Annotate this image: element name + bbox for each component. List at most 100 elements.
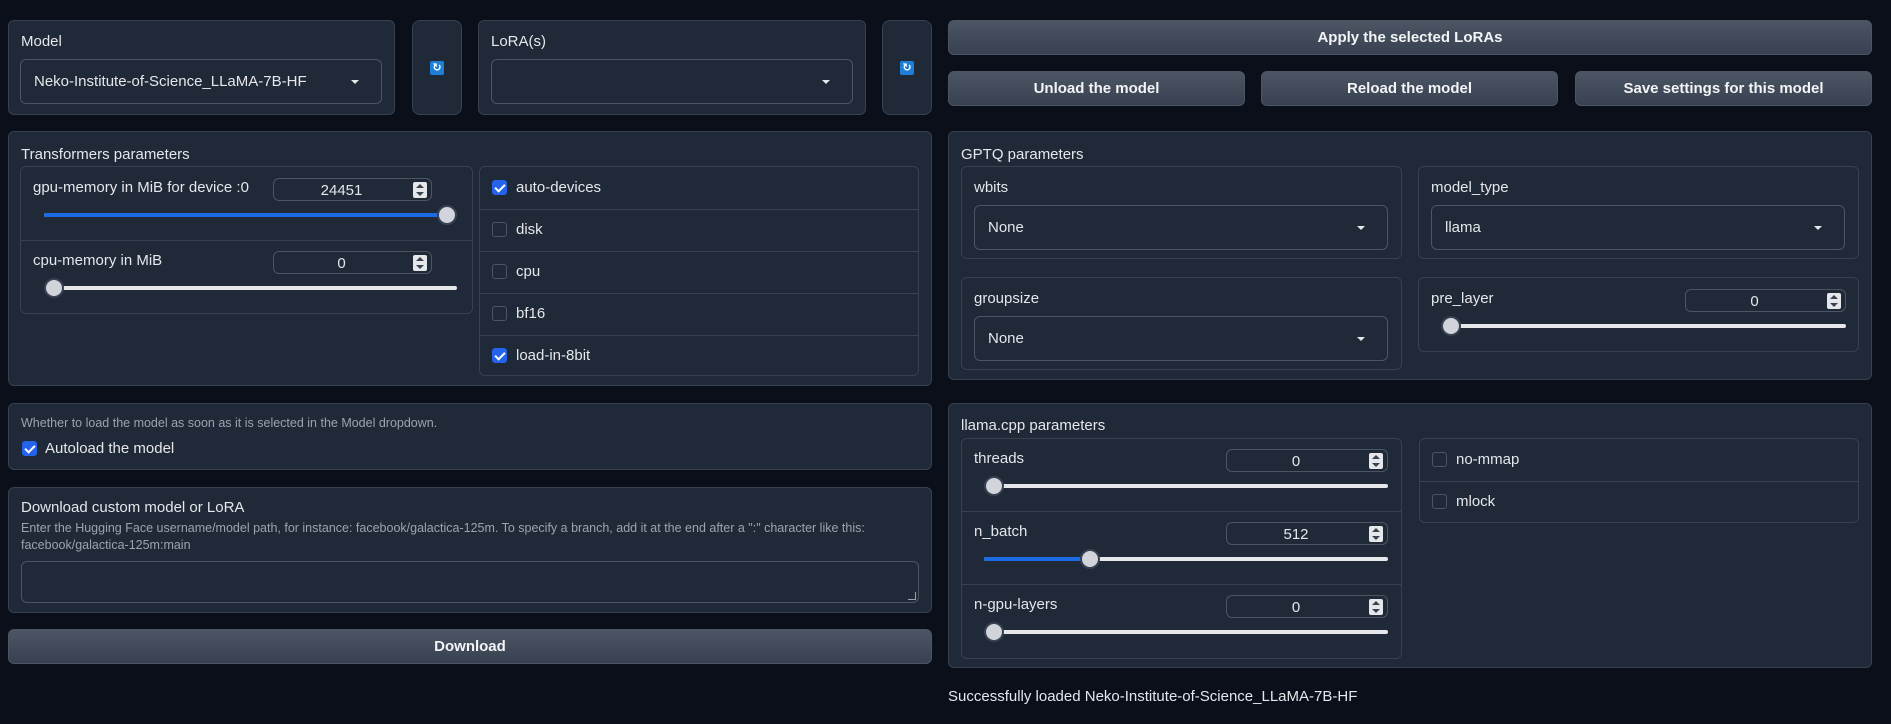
load-in-8bit-label: load-in-8bit [516, 347, 591, 364]
checkbox-row-bf16[interactable]: bf16 [480, 293, 918, 335]
model-dropdown-value: Neko-Institute-of-Science_LLaMA-7B-HF [34, 73, 307, 90]
autoload-info: Whether to load the model as soon as it … [21, 416, 438, 430]
stepper-icon[interactable] [1369, 526, 1383, 542]
chevron-down-icon [351, 80, 359, 84]
checkbox-row-load-in-8bit[interactable]: load-in-8bit [480, 335, 918, 377]
threads-label: threads [974, 450, 1025, 467]
slider-thumb[interactable] [1441, 316, 1461, 336]
no-mmap-checkbox[interactable] [1432, 452, 1447, 467]
pre-layer-label: pre_layer [1431, 290, 1494, 307]
gpu-memory-value: 24451 [320, 182, 363, 199]
download-path-input[interactable] [21, 561, 919, 603]
resize-handle-icon[interactable] [908, 592, 916, 600]
stepper-icon[interactable] [1369, 599, 1383, 615]
disk-checkbox[interactable] [492, 222, 507, 237]
checkbox-row-no-mmap[interactable]: no-mmap [1420, 439, 1858, 481]
mlock-label: mlock [1456, 493, 1496, 510]
slider-thumb[interactable] [984, 622, 1004, 642]
gpu-memory-label: gpu-memory in MiB for device :0 [33, 179, 249, 196]
groupsize-value: None [988, 330, 1024, 347]
model-type-label: model_type [1431, 179, 1509, 196]
model-type-dropdown[interactable]: llama [1431, 205, 1845, 250]
lora-dropdown[interactable] [491, 59, 853, 104]
model-panel: Model Neko-Institute-of-Science_LLaMA-7B… [8, 20, 395, 115]
auto-devices-label: auto-devices [516, 179, 602, 196]
chevron-down-icon [1357, 226, 1365, 230]
download-button[interactable]: Download [8, 629, 932, 664]
stepper-icon[interactable] [413, 255, 427, 271]
n-batch-input[interactable]: 512 [1226, 522, 1388, 545]
threads-slider[interactable] [984, 476, 1388, 496]
n-gpu-layers-label: n-gpu-layers [974, 596, 1058, 613]
wbits-dropdown[interactable]: None [974, 205, 1388, 250]
stepper-icon[interactable] [1827, 293, 1841, 309]
gpu-memory-input[interactable]: 24451 [273, 178, 432, 201]
cpu-memory-input[interactable]: 0 [273, 251, 432, 274]
gptq-title: GPTQ parameters [961, 146, 1084, 163]
autoload-label[interactable]: Autoload the model [45, 440, 174, 457]
pre-layer-value: 0 [1750, 293, 1759, 310]
model-refresh-button[interactable]: ↻ [412, 20, 462, 115]
disk-label: disk [516, 221, 543, 238]
cpu-checkbox[interactable] [492, 264, 507, 279]
apply-loras-button[interactable]: Apply the selected LoRAs [948, 20, 1872, 55]
llamacpp-sliders-group: threads 0 n_batch 512 n-gpu-layers 0 [961, 438, 1402, 659]
model-type-value: llama [1445, 219, 1481, 236]
bf16-checkbox[interactable] [492, 306, 507, 321]
lora-label: LoRA(s) [491, 33, 547, 50]
threads-value: 0 [1291, 453, 1301, 470]
gpu-memory-slider[interactable] [44, 205, 457, 225]
cpu-label: cpu [516, 263, 541, 280]
pre-layer-slider[interactable] [1441, 316, 1846, 336]
llamacpp-panel: llama.cpp parameters threads 0 n_batch 5… [948, 403, 1872, 668]
autoload-checkbox[interactable] [22, 441, 37, 456]
n-batch-slider[interactable] [984, 549, 1388, 569]
groupsize-label: groupsize [974, 290, 1040, 307]
transformers-title: Transformers parameters [21, 146, 190, 163]
wbits-label: wbits [974, 179, 1009, 196]
refresh-icon: ↻ [430, 60, 444, 75]
slider-thumb[interactable] [44, 278, 64, 298]
n-batch-label: n_batch [974, 523, 1028, 540]
reload-model-button[interactable]: Reload the model [1261, 71, 1558, 106]
lora-refresh-button[interactable]: ↻ [882, 20, 932, 115]
slider-thumb[interactable] [1080, 549, 1100, 569]
transformers-checkbox-group: auto-devices disk cpu bf16 load-in-8bit [479, 166, 919, 376]
auto-devices-checkbox[interactable] [492, 180, 507, 195]
checkbox-row-cpu[interactable]: cpu [480, 251, 918, 293]
model-dropdown[interactable]: Neko-Institute-of-Science_LLaMA-7B-HF [20, 59, 382, 104]
pre-layer-group: pre_layer 0 [1418, 277, 1859, 352]
download-title: Download custom model or LoRA [21, 499, 245, 516]
transformers-panel: Transformers parameters gpu-memory in Mi… [8, 131, 932, 386]
checkbox-row-mlock[interactable]: mlock [1420, 481, 1858, 523]
n-batch-value: 512 [1283, 526, 1309, 543]
n-gpu-layers-value: 0 [1291, 599, 1301, 616]
autoload-panel: Whether to load the model as soon as it … [8, 403, 932, 470]
n-gpu-layers-slider[interactable] [984, 622, 1388, 642]
download-info: Enter the Hugging Face username/model pa… [21, 521, 865, 552]
load-in-8bit-checkbox[interactable] [492, 348, 507, 363]
wbits-group: wbits None [961, 166, 1402, 259]
n-gpu-layers-input[interactable]: 0 [1226, 595, 1388, 618]
save-settings-button[interactable]: Save settings for this model [1575, 71, 1872, 106]
groupsize-dropdown[interactable]: None [974, 316, 1388, 361]
checkbox-row-disk[interactable]: disk [480, 209, 918, 251]
threads-input[interactable]: 0 [1226, 449, 1388, 472]
stepper-icon[interactable] [1369, 453, 1383, 469]
model-type-group: model_type llama [1418, 166, 1859, 259]
download-panel: Download custom model or LoRA Enter the … [8, 487, 932, 613]
unload-model-button[interactable]: Unload the model [948, 71, 1245, 106]
model-label: Model [21, 33, 62, 50]
slider-thumb[interactable] [984, 476, 1004, 496]
no-mmap-label: no-mmap [1456, 451, 1520, 468]
stepper-icon[interactable] [413, 182, 427, 198]
bf16-label: bf16 [516, 305, 546, 322]
cpu-memory-slider[interactable] [44, 278, 457, 298]
checkbox-row-auto-devices[interactable]: auto-devices [480, 167, 918, 209]
cpu-memory-value: 0 [337, 255, 346, 272]
slider-thumb[interactable] [437, 205, 457, 225]
lora-panel: LoRA(s) [478, 20, 866, 115]
gptq-panel: GPTQ parameters wbits None model_type ll… [948, 131, 1872, 380]
pre-layer-input[interactable]: 0 [1685, 289, 1846, 312]
mlock-checkbox[interactable] [1432, 494, 1447, 509]
